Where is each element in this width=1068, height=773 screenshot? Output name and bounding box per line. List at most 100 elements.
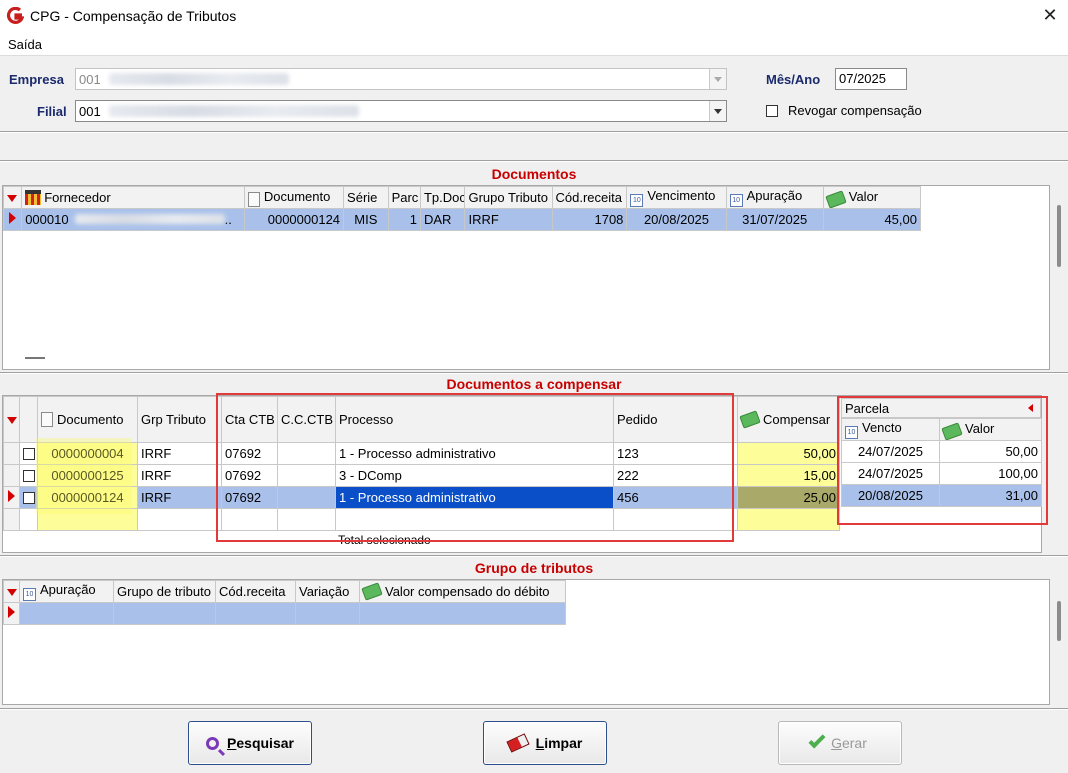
horizontal-scroll-thumb[interactable]: [25, 357, 45, 359]
limpar-button[interactable]: Limpar: [483, 721, 607, 765]
cell-vencimento[interactable]: 20/08/2025: [626, 208, 727, 231]
gerar-button[interactable]: Gerar: [778, 721, 902, 765]
filial-dropdown-icon[interactable]: [709, 101, 726, 121]
calendar-icon: 10: [23, 588, 36, 601]
row-checkbox[interactable]: [23, 448, 35, 460]
menu-item-saida[interactable]: Saída: [8, 37, 42, 52]
empresa-select[interactable]: 001: [75, 68, 727, 90]
filial-label: Filial: [37, 104, 67, 119]
col-serie[interactable]: Série: [343, 186, 389, 209]
documentos-scrollbar[interactable]: [1050, 185, 1068, 370]
pesquisar-label: Pesquisar: [227, 735, 294, 751]
cell-check[interactable]: [19, 464, 38, 487]
divider: [0, 708, 1068, 710]
mes-ano-input[interactable]: 07/2025: [835, 68, 907, 90]
col-valor-compensado[interactable]: Valor compensado do débito: [359, 580, 566, 603]
cell-documento[interactable]: 0000000124: [243, 208, 345, 231]
cell-grp[interactable]: IRRF: [137, 442, 222, 465]
col-check: [19, 396, 38, 443]
money-icon: [739, 410, 761, 429]
limpar-label: Limpar: [535, 735, 583, 751]
cell-empty[interactable]: [113, 602, 216, 625]
menu-bar: Saída: [0, 32, 1068, 56]
window-title: CPG - Compensação de Tributos: [30, 8, 237, 24]
empresa-code: 001: [79, 71, 101, 87]
table-row[interactable]: 000010.. 0000000124 MIS 1 DAR IRRF 1708 …: [2, 208, 922, 231]
col-documento[interactable]: Documento: [37, 396, 138, 443]
compensar-title: Documentos a compensar: [446, 376, 622, 392]
close-button[interactable]: ✕: [1032, 0, 1068, 32]
revogar-checkbox[interactable]: [766, 105, 778, 117]
row-indicator-header: [3, 396, 20, 443]
col-valor[interactable]: Valor: [822, 186, 922, 209]
search-icon: [206, 736, 220, 750]
current-row-icon: [9, 212, 17, 224]
document-icon: [41, 412, 53, 427]
grupo-title: Grupo de tributos: [474, 560, 594, 576]
row-indicator: [3, 464, 20, 487]
col-fornecedor[interactable]: Fornecedor: [21, 186, 245, 209]
cell-apuracao[interactable]: 31/07/2025: [725, 208, 824, 231]
cell-empty[interactable]: [215, 602, 296, 625]
cell-serie[interactable]: MIS: [343, 208, 389, 231]
cell-check[interactable]: [19, 442, 38, 465]
money-icon: [825, 190, 847, 208]
cell-grp[interactable]: IRRF: [137, 464, 222, 487]
filial-select[interactable]: 001: [75, 100, 727, 122]
cell-empty[interactable]: [295, 602, 360, 625]
col-grupo-tributo[interactable]: Grupo de tributo: [113, 580, 216, 603]
col-cod-receita[interactable]: Cód.receita: [551, 186, 628, 209]
cell-empty[interactable]: [19, 602, 114, 625]
fornecedor-name-redacted: [74, 214, 225, 224]
col-documento[interactable]: Documento: [243, 186, 345, 209]
cell-empty[interactable]: [359, 602, 566, 625]
row-indicator-header: [2, 186, 23, 209]
check-icon: [808, 731, 826, 749]
cell-grupo[interactable]: IRRF: [464, 208, 553, 231]
cell-grp[interactable]: IRRF: [137, 486, 222, 509]
eraser-icon: [506, 733, 530, 753]
col-tpdoc[interactable]: Tp.Doc: [419, 186, 466, 209]
cell-compensar[interactable]: 25,00: [737, 486, 840, 509]
supplier-icon: [25, 190, 42, 205]
grupo-scrollbar[interactable]: [1050, 579, 1068, 705]
documentos-grid: Fornecedor Documento Série Parc Tp.Doc G…: [2, 185, 1050, 370]
cell-parc[interactable]: 1: [387, 208, 421, 231]
cell-compensar[interactable]: 50,00: [737, 442, 840, 465]
row-checkbox[interactable]: [23, 470, 35, 482]
col-compensar[interactable]: Compensar: [737, 396, 840, 443]
cell-valor[interactable]: 45,00: [822, 208, 922, 231]
cell-fornecedor[interactable]: 000010..: [21, 208, 245, 231]
empresa-dropdown-icon[interactable]: [709, 69, 726, 89]
scroll-thumb[interactable]: [1057, 205, 1061, 267]
col-cod-receita[interactable]: Cód.receita: [215, 580, 296, 603]
cell-tpdoc[interactable]: DAR: [419, 208, 466, 231]
row-indicator: [3, 508, 20, 531]
documentos-header-row: Fornecedor Documento Série Parc Tp.Doc G…: [2, 186, 922, 209]
empresa-label: Empresa: [9, 72, 64, 87]
row-indicator-header: [3, 580, 20, 603]
divider: [0, 160, 1068, 162]
calendar-icon: 10: [729, 194, 743, 207]
highlight-documento-column: [36, 438, 132, 514]
col-grp-tributo[interactable]: Grp Tributo: [137, 396, 222, 443]
col-apuracao[interactable]: 10 Apuração: [19, 580, 114, 603]
cell-check[interactable]: [19, 486, 38, 509]
col-apuracao[interactable]: 10 Apuração: [725, 186, 824, 209]
col-parc[interactable]: Parc: [387, 186, 421, 209]
calendar-icon: 10: [630, 194, 644, 207]
scroll-thumb[interactable]: [1057, 601, 1061, 641]
mes-ano-label: Mês/Ano: [766, 72, 821, 87]
filial-name-redacted: [108, 105, 359, 117]
cell-compensar[interactable]: 15,00: [737, 464, 840, 487]
row-checkbox[interactable]: [23, 492, 35, 504]
cell-codreceita[interactable]: 1708: [551, 208, 628, 231]
current-row-icon: [8, 606, 15, 618]
col-vencimento[interactable]: 10 Vencimento: [626, 186, 727, 209]
table-row[interactable]: [3, 602, 566, 625]
cell-empty: [137, 508, 222, 531]
col-variacao[interactable]: Variação: [295, 580, 360, 603]
col-grupo-tributo[interactable]: Grupo Tributo: [464, 186, 553, 209]
divider: [0, 372, 1068, 374]
pesquisar-button[interactable]: Pesquisar: [188, 721, 312, 765]
